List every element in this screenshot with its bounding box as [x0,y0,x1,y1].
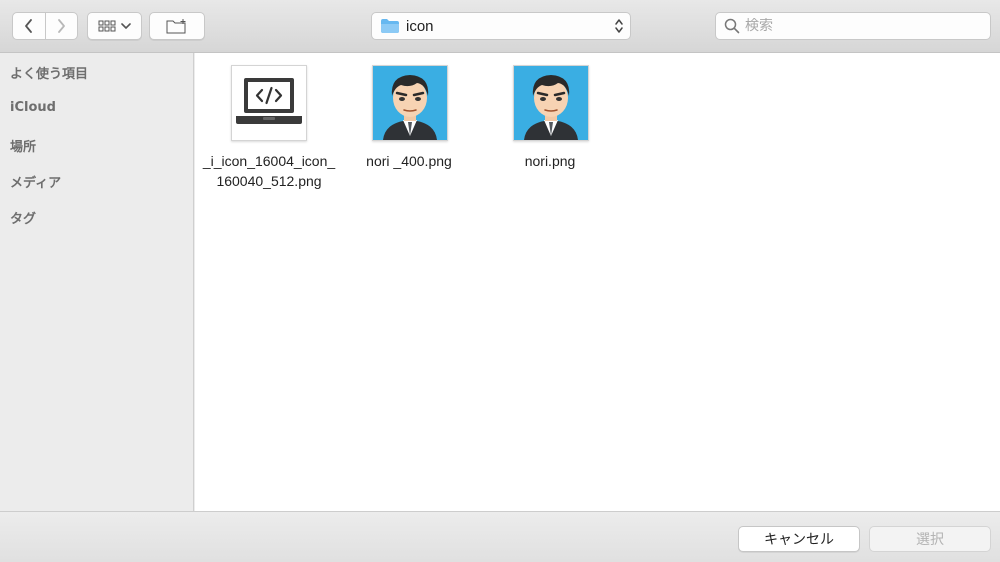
new-folder-button[interactable] [149,12,205,40]
file-thumbnail [372,65,448,141]
back-button[interactable] [13,13,45,39]
sidebar-section-favorites[interactable]: よく使う項目 [10,63,88,82]
sidebar-section-media[interactable]: メディア [10,172,61,191]
file-name: _i_icon_16004_icon_160040_512.png [202,153,336,189]
file-item[interactable]: _i_icon_16004_icon_160040_512.png [199,53,339,193]
view-mode-button[interactable] [87,12,142,40]
sidebar-section-locations[interactable]: 場所 [10,136,36,155]
avatar-portrait [514,66,588,140]
path-popup-label: icon [406,17,434,35]
cancel-button[interactable]: キャンセル [738,526,860,552]
chevron-left-icon [24,19,32,33]
chevron-right-icon [58,19,66,33]
file-name: nori _400.png [366,153,452,169]
file-browser: _i_icon_16004_icon_160040_512.png nori _… [195,53,1000,511]
path-popup[interactable]: icon [371,12,631,40]
select-button[interactable]: 選択 [869,526,991,552]
dialog-footer: キャンセル 選択 [0,511,1000,562]
search-icon [724,18,740,34]
search-input[interactable] [745,18,975,34]
forward-button[interactable] [44,13,78,39]
sidebar: よく使う項目 iCloud 場所 メディア タグ [0,53,194,511]
search-field[interactable] [715,12,991,40]
chevron-down-icon [121,23,131,29]
folder-icon [381,19,399,33]
sidebar-section-tags[interactable]: タグ [10,208,36,227]
file-thumbnail [231,65,307,141]
new-folder-icon [166,19,186,34]
updown-arrows-icon [615,19,623,33]
laptop-code-icon [236,78,302,124]
file-thumbnail [513,65,589,141]
navigation-buttons [12,12,78,40]
icon-grid-icon [98,20,116,32]
toolbar: icon [0,0,1000,53]
file-name: nori.png [524,153,576,169]
avatar-portrait [373,66,447,140]
file-item[interactable]: nori.png [480,53,620,193]
sidebar-section-icloud[interactable]: iCloud [10,100,56,115]
file-item[interactable]: nori _400.png [339,53,479,193]
